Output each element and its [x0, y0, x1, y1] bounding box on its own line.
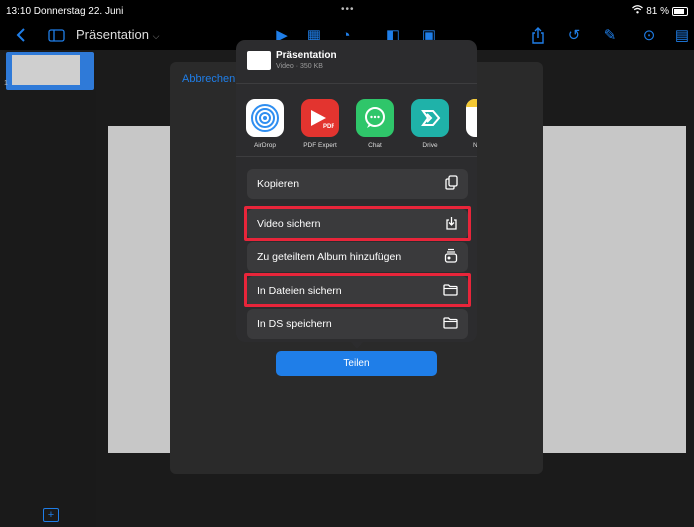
notes-icon[interactable]: [466, 99, 477, 137]
action-label: Zu geteiltem Album hinzufügen: [257, 251, 402, 263]
battery-percent: 81 %: [646, 5, 669, 17]
share-icon[interactable]: [528, 25, 548, 45]
highlight-box-save-video: [244, 206, 471, 241]
svg-text:PDF: PDF: [323, 124, 334, 130]
multitasking-dots-icon[interactable]: •••: [341, 4, 355, 15]
back-chevron-icon[interactable]: [11, 25, 31, 45]
highlight-box-save-to-files: [244, 273, 471, 307]
slide-number: 1: [4, 80, 8, 87]
document-title[interactable]: Präsentation ⌵: [76, 27, 159, 42]
app-label-notes: N: [473, 142, 477, 149]
file-meta: Video · 350 KB: [276, 63, 323, 70]
file-thumbnail: [247, 51, 271, 70]
battery-icon: [672, 6, 688, 16]
document-title-label: Präsentation: [76, 27, 149, 42]
copy-icon: [445, 175, 458, 193]
format-brush-icon[interactable]: ✎: [600, 25, 620, 45]
more-icon[interactable]: ⊙: [639, 25, 659, 45]
app-label-pdf-expert: PDF Expert: [303, 142, 337, 149]
pdf-expert-icon[interactable]: PDF: [301, 99, 339, 137]
app-label-chat: Chat: [368, 142, 382, 149]
airdrop-icon[interactable]: [246, 99, 284, 137]
cancel-button[interactable]: Abbrechen: [182, 73, 235, 85]
shared-album-icon: [444, 248, 458, 266]
status-time-date: 13:10 Donnerstag 22. Juni: [6, 6, 124, 17]
app-label-drive: Drive: [422, 142, 438, 149]
file-name: Präsentation: [276, 50, 337, 61]
drive-icon[interactable]: [411, 99, 449, 137]
copy-action[interactable]: Kopieren: [247, 169, 468, 199]
status-indicators: 81 %: [632, 5, 688, 17]
add-slide-icon[interactable]: +: [43, 508, 59, 522]
undo-icon[interactable]: ↺: [564, 25, 584, 45]
share-button[interactable]: Teilen: [276, 351, 437, 376]
action-label: Kopieren: [257, 178, 300, 190]
chat-icon[interactable]: [356, 99, 394, 137]
sidebar-toggle-icon[interactable]: [46, 25, 66, 45]
title-chevron-icon: ⌵: [152, 31, 160, 41]
slide-navigator: [0, 50, 96, 527]
folder-icon: [443, 316, 458, 332]
save-to-ds-action[interactable]: In DS speichern: [247, 309, 468, 339]
app-label-airdrop: AirDrop: [253, 142, 277, 149]
wifi-icon: [632, 5, 644, 17]
slide-thumbnail-preview: [12, 55, 80, 85]
divider: [236, 83, 477, 84]
shared-album-action[interactable]: Zu geteiltem Album hinzufügen: [247, 242, 468, 272]
document-icon[interactable]: ▤: [672, 25, 692, 45]
divider: [236, 156, 477, 157]
action-label: In DS speichern: [257, 318, 332, 330]
